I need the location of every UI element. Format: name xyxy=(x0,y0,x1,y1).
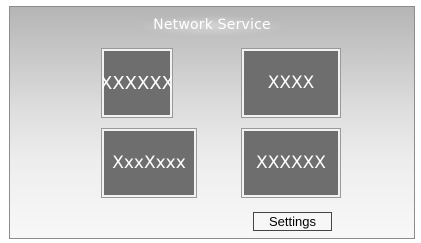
service-tile-3[interactable]: XxxXxxx xyxy=(101,128,197,198)
service-tile-2[interactable]: XXXX xyxy=(241,48,341,118)
service-tile-label: XXXXXX xyxy=(100,72,174,94)
screen-title: Network Service xyxy=(153,17,271,33)
title-bar: Network Service xyxy=(10,15,414,35)
network-service-screen: Network Service XXXXXX XXXX XxxXxxx XXXX… xyxy=(9,6,415,239)
service-tile-1[interactable]: XXXXXX xyxy=(100,48,174,118)
service-tile-label: XXXX xyxy=(267,73,315,93)
service-tile-4[interactable]: XXXXXX xyxy=(241,128,341,198)
service-tile-label: XXXXXX xyxy=(256,153,326,173)
settings-button[interactable]: Settings xyxy=(253,212,332,231)
service-tile-label: XxxXxxx xyxy=(112,153,186,173)
